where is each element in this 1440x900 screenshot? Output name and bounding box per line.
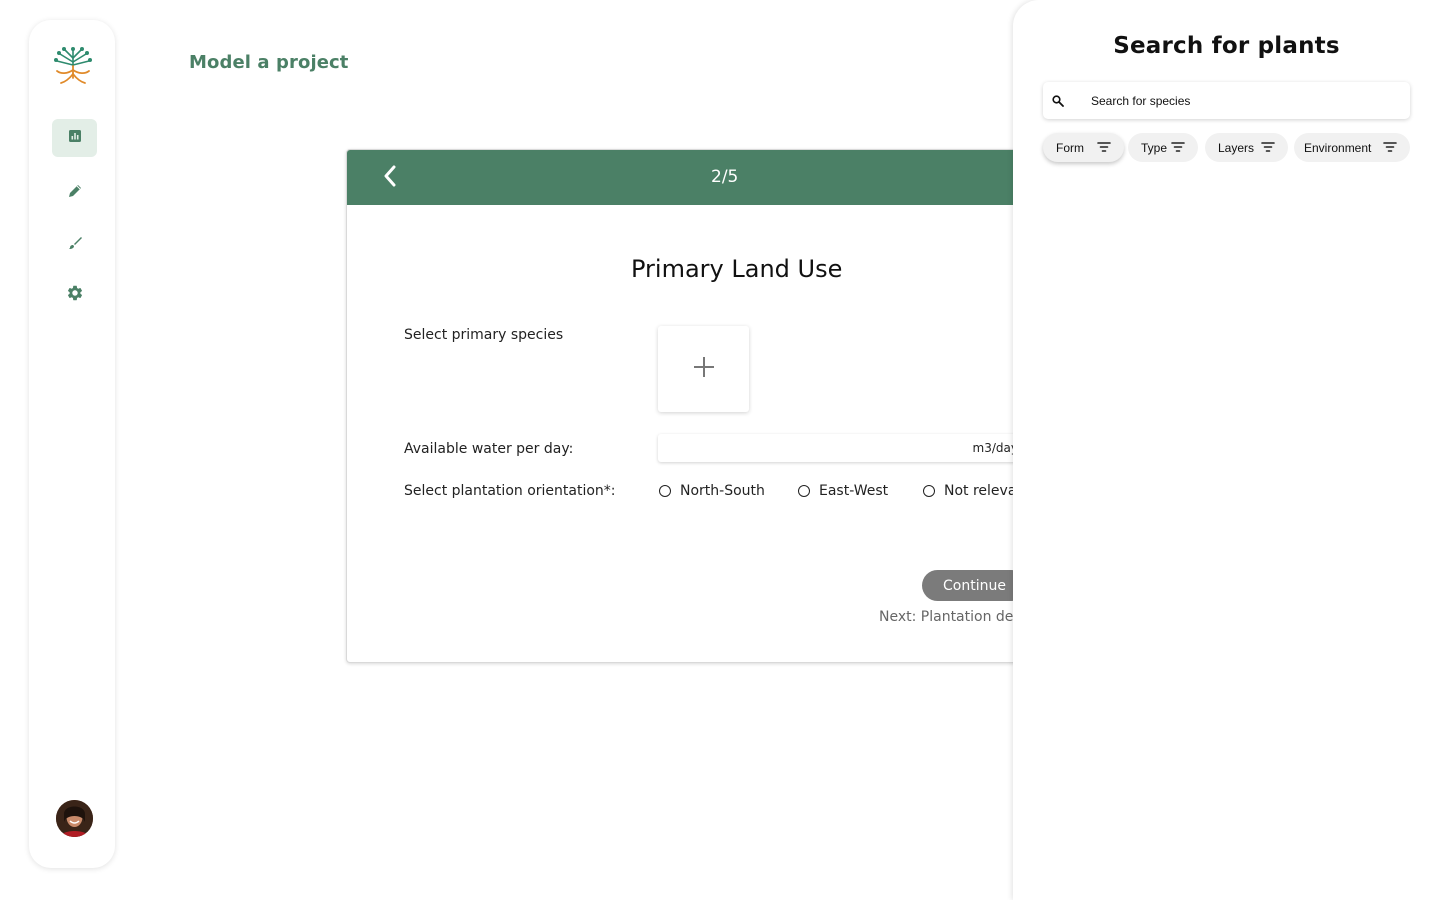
sidebar	[29, 20, 115, 868]
wizard-header: 2/5	[347, 150, 1065, 205]
filter-label: Environment	[1304, 140, 1372, 155]
filter-label: Layers	[1218, 140, 1255, 155]
add-species-button[interactable]	[658, 326, 749, 412]
radio-label: North-South	[680, 483, 765, 499]
filter-label: Type	[1141, 140, 1168, 155]
brush-icon	[68, 236, 82, 255]
chevron-left-icon	[383, 165, 397, 192]
panel-title: Search for plants	[1113, 33, 1340, 59]
radio-north-south[interactable]: North-South	[659, 483, 765, 499]
pencil-icon	[67, 183, 83, 204]
nav-edit[interactable]	[52, 174, 97, 212]
gear-icon	[66, 284, 84, 307]
dashboard-icon	[68, 129, 81, 147]
filter-layers[interactable]: Layers	[1205, 133, 1288, 162]
radio-east-west[interactable]: East-West	[798, 483, 888, 499]
filter-icon	[1383, 142, 1397, 152]
tree-logo-icon[interactable]	[51, 44, 95, 88]
step-indicator: 2/5	[711, 167, 739, 187]
continue-button[interactable]: Continue	[922, 570, 1027, 601]
filter-label: Form	[1056, 140, 1084, 155]
species-label: Select primary species	[404, 327, 564, 343]
filter-type[interactable]: Type	[1128, 133, 1198, 162]
water-label: Available water per day:	[404, 441, 574, 457]
water-input[interactable]: m3/day	[658, 434, 1058, 462]
orientation-label: Select plantation orientation*:	[404, 483, 616, 499]
filter-icon	[1097, 142, 1111, 152]
nav-dashboard[interactable]	[52, 119, 97, 157]
plus-icon	[693, 356, 715, 383]
search-input[interactable]	[1091, 82, 1391, 119]
radio-circle-icon	[923, 485, 935, 497]
back-button[interactable]	[377, 164, 403, 192]
filter-environment[interactable]: Environment	[1294, 133, 1410, 162]
plant-search-panel: Search for plants Form Type Layers Envir…	[1013, 0, 1440, 900]
wizard-card: 2/5 Primary Land Use Select primary spec…	[346, 149, 1066, 663]
search-box[interactable]	[1043, 82, 1410, 119]
filter-form[interactable]: Form	[1043, 133, 1124, 162]
nav-settings[interactable]	[52, 276, 97, 314]
water-unit: m3/day	[972, 441, 1018, 455]
avatar[interactable]	[56, 800, 93, 837]
page-title: Model a project	[189, 52, 349, 73]
radio-circle-icon	[798, 485, 810, 497]
filter-icon	[1171, 142, 1185, 152]
radio-circle-icon	[659, 485, 671, 497]
nav-design[interactable]	[52, 226, 97, 264]
radio-label: East-West	[819, 483, 889, 499]
wizard-title: Primary Land Use	[631, 255, 843, 283]
filter-icon	[1261, 142, 1275, 152]
search-icon	[1052, 94, 1064, 107]
